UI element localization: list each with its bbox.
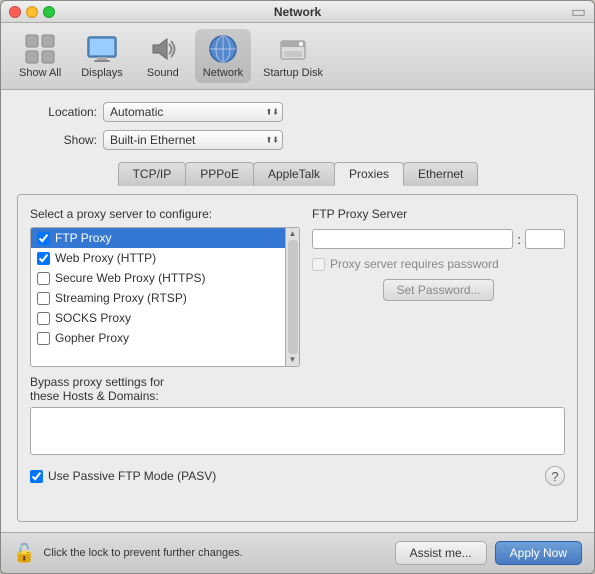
passive-ftp-label: Use Passive FTP Mode (PASV): [48, 469, 216, 483]
ftp-proxy-checkbox[interactable]: [37, 232, 50, 245]
bypass-area: Bypass proxy settings for these Hosts & …: [30, 375, 565, 458]
minimize-button[interactable]: [26, 6, 38, 18]
tab-tcpip[interactable]: TCP/IP: [118, 162, 187, 186]
window-title: Network: [274, 5, 321, 19]
proxy-password-row: Proxy server requires password: [312, 257, 565, 271]
bypass-textarea[interactable]: [30, 407, 565, 455]
content-area: Location: Automatic Show: Built-in Ether…: [1, 90, 594, 532]
tabs-bar: TCP/IP PPPoE AppleTalk Proxies Ethernet: [17, 162, 578, 186]
sound-label: Sound: [147, 67, 179, 79]
help-icon[interactable]: ?: [545, 466, 565, 486]
secure-proxy-label: Secure Web Proxy (HTTPS): [55, 271, 205, 285]
network-icon: [207, 33, 239, 65]
passive-ftp-row: Use Passive FTP Mode (PASV): [30, 469, 216, 483]
tab-ethernet[interactable]: Ethernet: [403, 162, 478, 186]
proxy-list-scrollbar[interactable]: ▲ ▼: [285, 228, 299, 366]
main-window: Network ▭ Show All: [0, 0, 595, 574]
toolbar-sound[interactable]: Sound: [135, 29, 191, 83]
ftp-server-area: FTP Proxy Server : Proxy server requires…: [312, 207, 565, 367]
proxy-password-label: Proxy server requires password: [330, 257, 499, 271]
titlebar: Network ▭: [1, 1, 594, 23]
ftp-proxy-label: FTP Proxy: [55, 231, 111, 245]
location-select[interactable]: Automatic: [103, 102, 283, 122]
show-select[interactable]: Built-in Ethernet: [103, 130, 283, 150]
passive-ftp-checkbox[interactable]: [30, 470, 43, 483]
show-all-label: Show All: [19, 67, 61, 79]
displays-label: Displays: [81, 67, 123, 79]
set-password-button[interactable]: Set Password...: [383, 279, 493, 301]
proxy-section: Select a proxy server to configure: FTP …: [30, 207, 565, 367]
displays-icon: [86, 33, 118, 65]
lock-icon[interactable]: 🔓: [13, 543, 35, 564]
startup-disk-label: Startup Disk: [263, 67, 323, 79]
proxy-list-inner: FTP Proxy Web Proxy (HTTP) Secure Web Pr…: [31, 228, 285, 366]
resize-icon: ▭: [571, 2, 586, 22]
socks-proxy-label: SOCKS Proxy: [55, 311, 131, 325]
web-proxy-label: Web Proxy (HTTP): [55, 251, 156, 265]
tab-appletalk[interactable]: AppleTalk: [253, 162, 335, 186]
proxies-panel: Select a proxy server to configure: FTP …: [17, 194, 578, 522]
tab-proxies[interactable]: Proxies: [334, 162, 404, 186]
streaming-proxy-label: Streaming Proxy (RTSP): [55, 291, 187, 305]
lock-text: Click the lock to prevent further change…: [43, 547, 386, 559]
location-select-wrapper[interactable]: Automatic: [103, 102, 283, 122]
list-item[interactable]: FTP Proxy: [31, 228, 285, 248]
web-proxy-checkbox[interactable]: [37, 252, 50, 265]
ftp-server-input[interactable]: [312, 229, 513, 249]
bottom-bar: 🔓 Click the lock to prevent further chan…: [1, 532, 594, 573]
list-item[interactable]: Streaming Proxy (RTSP): [31, 288, 285, 308]
sound-icon: [147, 33, 179, 65]
traffic-lights: [9, 6, 55, 18]
colon-separator: :: [517, 232, 521, 247]
apply-now-button[interactable]: Apply Now: [495, 541, 582, 565]
location-label: Location:: [17, 105, 97, 119]
list-item[interactable]: SOCKS Proxy: [31, 308, 285, 328]
scrollbar-track: [288, 240, 298, 354]
tab-pppoe[interactable]: PPPoE: [185, 162, 254, 186]
scrollbar-up-icon[interactable]: ▲: [289, 230, 297, 238]
ftp-port-input[interactable]: [525, 229, 565, 249]
bypass-label: Bypass proxy settings for these Hosts & …: [30, 375, 565, 403]
proxy-list: FTP Proxy Web Proxy (HTTP) Secure Web Pr…: [30, 227, 300, 367]
assist-me-button[interactable]: Assist me...: [395, 541, 487, 565]
gopher-proxy-label: Gopher Proxy: [55, 331, 129, 345]
scrollbar-down-icon[interactable]: ▼: [289, 356, 297, 364]
gopher-proxy-checkbox[interactable]: [37, 332, 50, 345]
ftp-server-title: FTP Proxy Server: [312, 207, 565, 221]
network-label: Network: [203, 67, 243, 79]
show-all-icon: [24, 33, 56, 65]
show-label: Show:: [17, 133, 97, 147]
toolbar-network[interactable]: Network: [195, 29, 251, 83]
list-item[interactable]: Web Proxy (HTTP): [31, 248, 285, 268]
toolbar-startup-disk[interactable]: Startup Disk: [255, 29, 331, 83]
show-select-wrapper[interactable]: Built-in Ethernet: [103, 130, 283, 150]
close-button[interactable]: [9, 6, 21, 18]
proxy-password-checkbox[interactable]: [312, 258, 325, 271]
secure-proxy-checkbox[interactable]: [37, 272, 50, 285]
toolbar: Show All Displays Sound: [1, 23, 594, 90]
maximize-button[interactable]: [43, 6, 55, 18]
streaming-proxy-checkbox[interactable]: [37, 292, 50, 305]
list-item[interactable]: Secure Web Proxy (HTTPS): [31, 268, 285, 288]
toolbar-displays[interactable]: Displays: [73, 29, 131, 83]
proxy-list-area: Select a proxy server to configure: FTP …: [30, 207, 300, 367]
show-row: Show: Built-in Ethernet: [17, 130, 578, 150]
toolbar-show-all[interactable]: Show All: [11, 29, 69, 83]
proxy-select-title: Select a proxy server to configure:: [30, 207, 300, 221]
location-row: Location: Automatic: [17, 102, 578, 122]
ftp-inputs: :: [312, 229, 565, 249]
startup-disk-icon: [277, 33, 309, 65]
bottom-panel-row: Use Passive FTP Mode (PASV) ?: [30, 466, 565, 486]
socks-proxy-checkbox[interactable]: [37, 312, 50, 325]
list-item[interactable]: Gopher Proxy: [31, 328, 285, 348]
